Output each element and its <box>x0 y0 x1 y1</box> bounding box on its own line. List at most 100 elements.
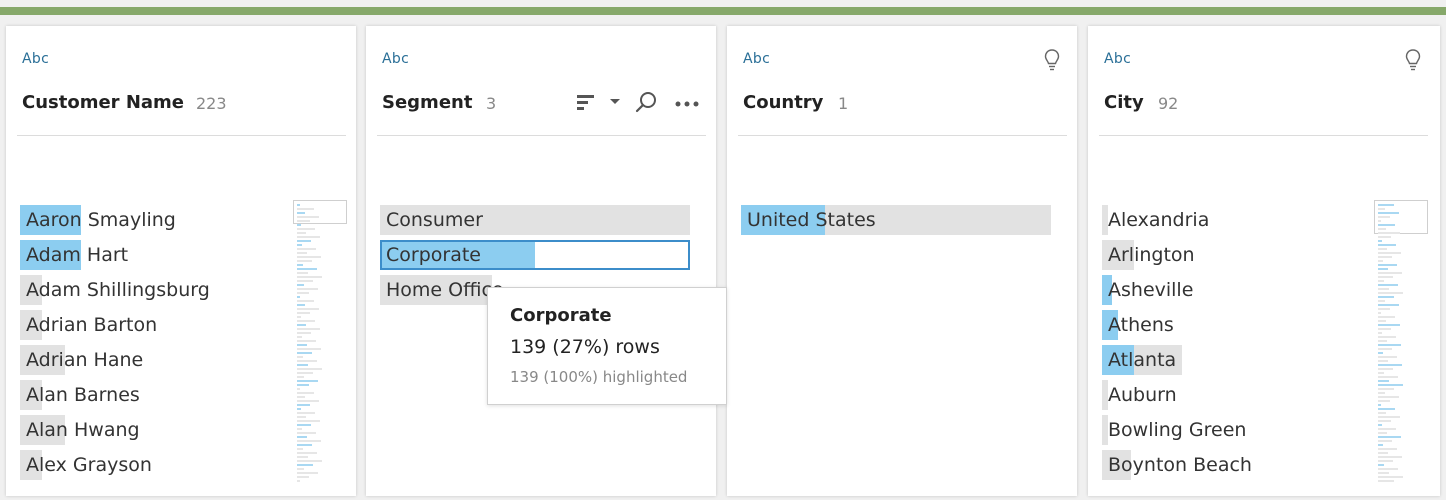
overview-tick <box>1378 448 1397 450</box>
overview-tick <box>297 320 315 322</box>
overview-tick <box>1378 324 1400 326</box>
overview-tick <box>1378 352 1383 354</box>
overview-tick <box>1378 432 1387 434</box>
overview-tick <box>1378 240 1382 242</box>
overview-tick <box>297 412 315 414</box>
value-label: Alan Barnes <box>26 384 140 406</box>
distinct-count: 1 <box>838 94 849 113</box>
value-row[interactable]: Alan Barnes <box>20 380 340 410</box>
overview-tick <box>1378 420 1391 422</box>
value-label: Auburn <box>1108 384 1177 406</box>
overview-tick <box>297 476 309 478</box>
overview-tick <box>1378 312 1381 314</box>
distinct-count: 3 <box>486 94 497 113</box>
profile-card-customer-name[interactable]: Abc Customer Name 223 Aaron Smayling Adam… <box>6 26 356 496</box>
overview-tick <box>297 212 305 214</box>
overview-tick <box>297 252 307 254</box>
value-row[interactable]: Alex Grayson <box>20 450 340 480</box>
overview-tick <box>297 472 318 474</box>
data-type-label: Abc <box>382 51 410 67</box>
overview-tick <box>297 280 313 282</box>
field-name[interactable]: Customer Name <box>22 92 184 113</box>
value-row[interactable]: Consumer <box>380 205 690 235</box>
field-name[interactable]: Segment <box>382 92 472 113</box>
overview-tick <box>1378 252 1401 254</box>
overview-tick <box>297 384 309 386</box>
value-row[interactable]: Aaron Smayling <box>20 205 340 235</box>
value-row[interactable]: Alan Hwang <box>20 415 340 445</box>
data-type-label: Abc <box>743 51 771 67</box>
profile-card-segment[interactable]: Abc Segment 3 Consumer Corporate Home Offi… <box>366 26 716 496</box>
overview-tick <box>1378 236 1391 238</box>
overview-tick <box>1378 272 1402 274</box>
field-name[interactable]: City <box>1104 92 1144 113</box>
overview-tick <box>1378 332 1382 334</box>
overview-tick <box>1378 212 1399 214</box>
value-label: Atlanta <box>1108 349 1177 371</box>
overview-tick <box>1378 296 1394 298</box>
profile-card-country[interactable]: Abc Country 1 United States <box>727 26 1077 496</box>
overview-tick <box>297 244 302 246</box>
value-label: Boynton Beach <box>1108 454 1252 476</box>
value-row[interactable]: Adrian Hane <box>20 345 340 375</box>
overview-tick <box>297 256 321 258</box>
search-icon[interactable] <box>634 90 658 114</box>
value-label: Athens <box>1108 314 1174 336</box>
overview-tick <box>1378 268 1388 270</box>
value-row[interactable]: United States <box>741 205 1051 235</box>
overview-tick <box>297 432 316 434</box>
overview-tick <box>297 424 311 426</box>
chevron-down-icon[interactable] <box>609 98 621 106</box>
overview-tick <box>1378 404 1381 406</box>
overview-tick <box>1378 328 1391 330</box>
overview-tick <box>297 268 317 270</box>
overview-tick <box>297 312 310 314</box>
overview-tick <box>297 380 318 382</box>
overview-tick <box>297 292 309 294</box>
overview-tick <box>1378 256 1392 258</box>
value-label: Arlington <box>1108 244 1195 266</box>
overview-tick <box>297 204 300 206</box>
overview-tick <box>297 336 302 338</box>
value-label: Bowling Green <box>1108 419 1247 441</box>
field-name[interactable]: Country <box>743 92 823 113</box>
overview-tick <box>297 404 310 406</box>
overview-tick <box>1378 216 1390 218</box>
value-row[interactable]: Adrian Barton <box>20 310 340 340</box>
scroll-overview-chart[interactable] <box>1374 200 1428 500</box>
overview-tick <box>1378 480 1394 482</box>
more-options-icon[interactable] <box>674 100 700 108</box>
distinct-count: 92 <box>1158 94 1179 113</box>
overview-tick <box>1378 232 1400 234</box>
overview-tick <box>297 392 314 394</box>
overview-tick <box>297 400 319 402</box>
overview-tick <box>297 360 317 362</box>
value-label: Aaron Smayling <box>26 209 176 231</box>
value-label: Corporate <box>386 244 481 266</box>
lightbulb-icon[interactable] <box>1405 48 1421 72</box>
overview-tick <box>297 236 320 238</box>
overview-tick <box>297 296 300 298</box>
overview-tick <box>1378 460 1393 462</box>
value-label: Home Office <box>386 279 504 301</box>
profile-card-city[interactable]: Abc City 92 Alexandria Arlington Asheville… <box>1088 26 1440 496</box>
lightbulb-icon[interactable] <box>1044 48 1060 72</box>
value-row[interactable]: Adam Hart <box>20 240 340 270</box>
value-label: Consumer <box>386 209 483 231</box>
value-label: Adam Shillingsburg <box>26 279 210 301</box>
overview-tick <box>1378 208 1385 210</box>
overview-tick <box>1378 308 1390 310</box>
value-label: Alex Grayson <box>26 454 152 476</box>
sort-icon[interactable] <box>576 92 596 112</box>
overview-tick <box>297 408 301 410</box>
overview-tick <box>297 264 303 266</box>
scroll-overview-chart[interactable] <box>293 200 347 500</box>
overview-tick <box>1378 476 1403 478</box>
overview-tick <box>297 340 316 342</box>
overview-tick <box>1378 340 1387 342</box>
value-row[interactable]: Adam Shillingsburg <box>20 275 340 305</box>
overview-tick <box>1378 436 1401 438</box>
overview-tick <box>297 396 305 398</box>
value-label: United States <box>747 209 876 231</box>
value-row[interactable]: Corporate <box>380 240 690 270</box>
